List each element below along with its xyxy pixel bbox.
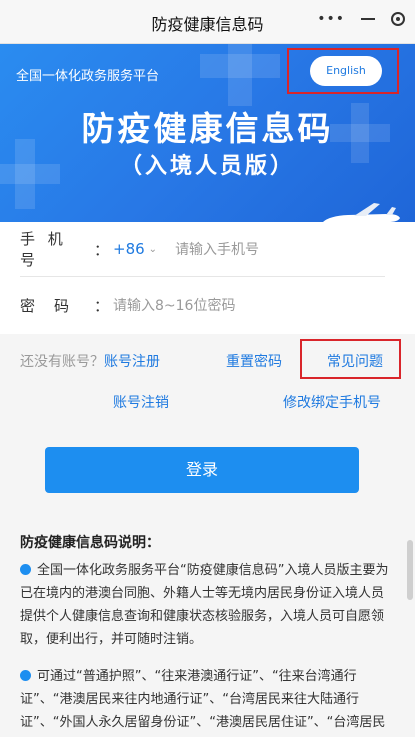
bullet-icon <box>20 564 31 575</box>
password-input[interactable]: 请输入8~16位密码 <box>113 295 235 315</box>
scrollbar[interactable] <box>407 540 413 600</box>
window-controls: ••• <box>317 11 405 27</box>
airplane-icon <box>323 203 400 222</box>
phone-input[interactable]: 请输入手机号 <box>175 239 259 259</box>
country-code-select[interactable]: +86 <box>113 240 145 258</box>
page-subtitle: （入境人员版） <box>119 154 295 179</box>
cancel-account-link[interactable]: 账号注销 <box>113 392 169 412</box>
login-button[interactable]: 登录 <box>45 447 359 493</box>
page-title: 防疫健康信息码 <box>81 109 334 148</box>
header-banner: 全国一体化政务服务平台 English 防疫健康信息码 （入境人员版） <box>0 44 415 222</box>
modify-phone-link[interactable]: 修改绑定手机号 <box>283 392 381 412</box>
phone-row: 手 机 号 ： +86 ⌄ 请输入手机号 <box>20 222 385 277</box>
more-icon[interactable]: ••• <box>317 11 345 27</box>
account-links: 还没有账号？账号注册 重置密码 常见问题 账号注销 修改绑定手机号 <box>0 334 415 430</box>
register-prompt: 还没有账号？账号注册 <box>20 351 160 371</box>
close-circle-icon[interactable] <box>391 12 405 26</box>
description-paragraph: 全国一体化政务服务平台“防疫健康信息码”入境人员版主要为已在境内的港澳台同胞、外… <box>20 559 390 651</box>
password-colon: ： <box>94 296 110 315</box>
highlight-box <box>300 339 401 379</box>
platform-name: 全国一体化政务服务平台 <box>16 69 160 84</box>
description-paragraph: 可通过“普通护照”、“往来港澳通行证”、“往来台湾通行证”、“港澳居民来往内地通… <box>20 665 390 734</box>
chevron-down-icon[interactable]: ⌄ <box>149 244 157 255</box>
login-area: 登录 <box>0 430 415 522</box>
phone-label: 手 机 号 <box>20 230 67 269</box>
minimize-icon[interactable] <box>361 18 375 20</box>
bullet-icon <box>20 670 31 681</box>
password-label: 密 码 <box>20 296 72 315</box>
description-section: 防疫健康信息码说明： 全国一体化政务服务平台“防疫健康信息码”入境人员版主要为已… <box>0 522 415 737</box>
login-form: 手 机 号 ： +86 ⌄ 请输入手机号 密 码 ： 请输入8~16位密码 <box>0 222 415 334</box>
highlight-box <box>287 48 399 94</box>
description-text: 全国一体化政务服务平台“防疫健康信息码”入境人员版主要为已在境内的港澳台同胞、外… <box>20 563 389 647</box>
phone-colon: ： <box>94 240 110 259</box>
window-titlebar: 防疫健康信息码 ••• <box>0 0 415 44</box>
no-account-text: 还没有账号？ <box>20 354 104 370</box>
description-heading: 防疫健康信息码说明： <box>20 535 160 551</box>
decorative-cross <box>228 44 252 106</box>
password-row: 密 码 ： 请输入8~16位密码 <box>20 278 385 332</box>
register-link[interactable]: 账号注册 <box>104 354 160 370</box>
reset-password-link[interactable]: 重置密码 <box>226 351 282 371</box>
description-text: 可通过“普通护照”、“往来港澳通行证”、“往来台湾通行证”、“港澳居民来往内地通… <box>20 669 386 730</box>
